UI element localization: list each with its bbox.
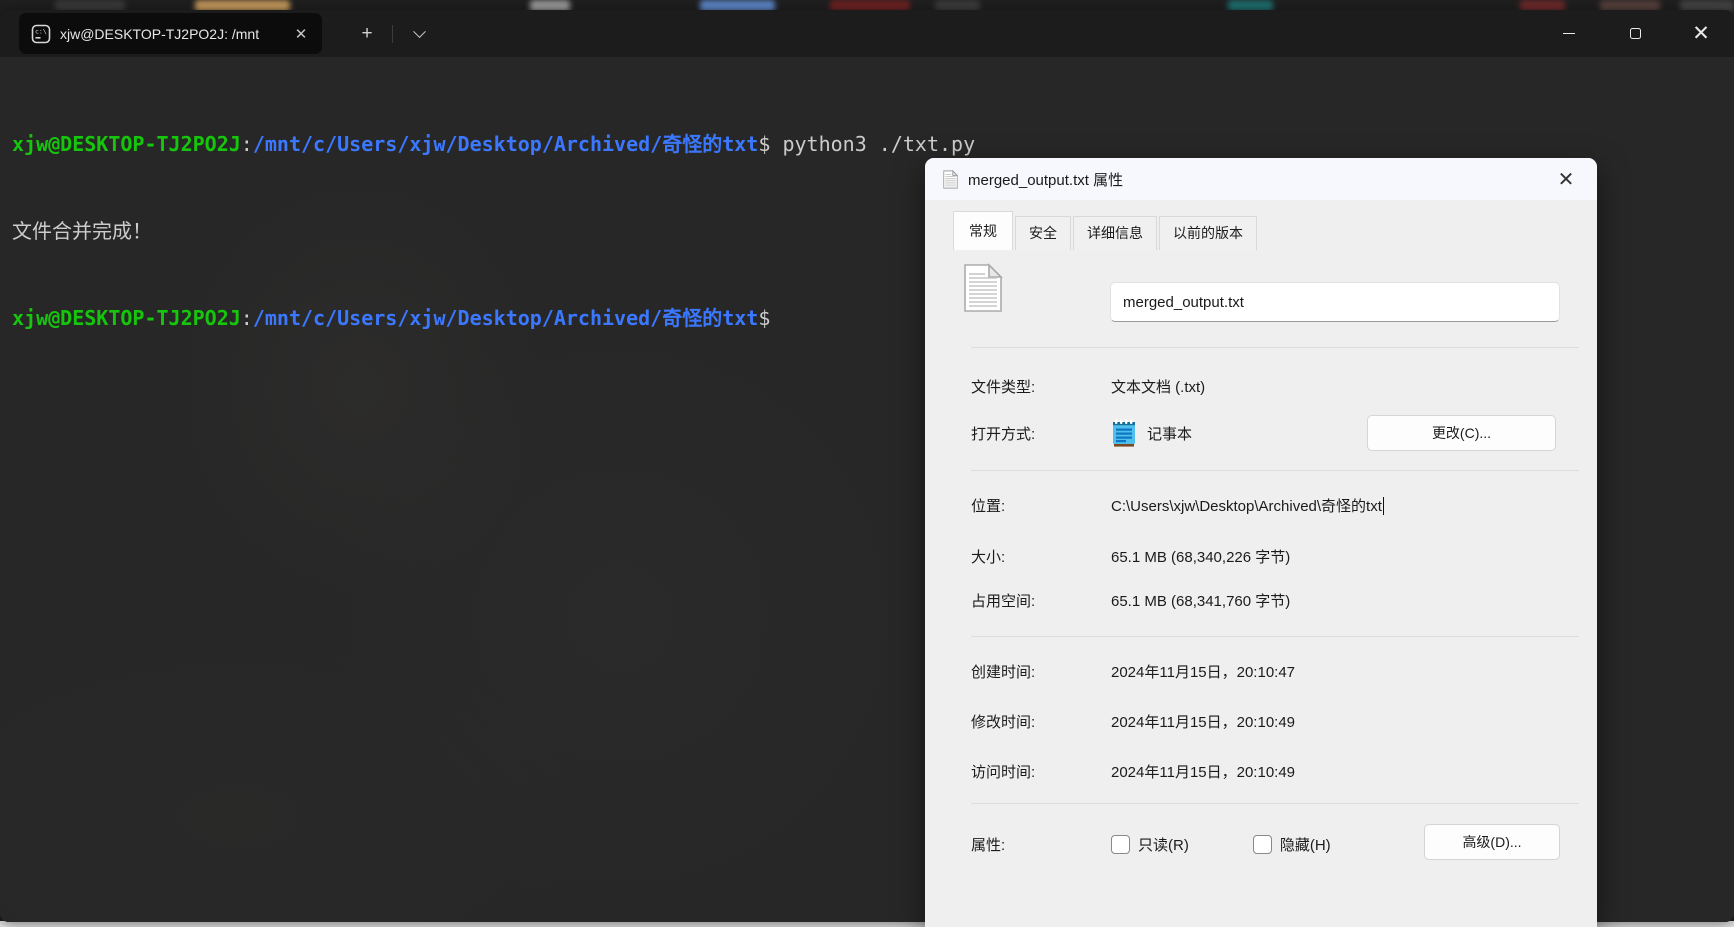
terminal-prompt-line: xjw@DESKTOP-TJ2PO2J:/mnt/c/Users/xjw/Des… [12, 130, 975, 159]
dialog-titlebar: merged_output.txt 属性 ✕ [925, 158, 1597, 200]
terminal-tab-bar: c:\ xjw@DESKTOP-TJ2PO2J: /mnt ✕ + ✕ [0, 10, 1734, 57]
minimize-button[interactable] [1536, 10, 1602, 57]
dialog-title: merged_output.txt 属性 [968, 171, 1124, 189]
accessed-value: 2024年11月15日，20:10:49 [1111, 764, 1296, 781]
terminal-tab[interactable]: c:\ xjw@DESKTOP-TJ2PO2J: /mnt ✕ [19, 13, 322, 54]
location-row: 位置: C:\Users\xjw\Desktop\Archived\奇怪的txt [971, 495, 1560, 516]
close-button[interactable]: ✕ [1668, 10, 1734, 57]
file-type-value: 文本文档 (.txt) [1111, 379, 1206, 396]
created-row: 创建时间: 2024年11月15日，20:10:47 [971, 661, 1560, 682]
separator [971, 347, 1579, 348]
new-tab-button[interactable]: + [352, 20, 382, 48]
tab-security[interactable]: 安全 [1015, 216, 1071, 250]
window-controls: ✕ [1536, 10, 1734, 57]
tab-dropdown-button[interactable] [402, 20, 436, 48]
document-icon [943, 169, 958, 189]
modified-value: 2024年11月15日，20:10:49 [1111, 714, 1296, 731]
size-label: 大小: [971, 549, 1006, 566]
size-value: 65.1 MB (68,340,226 字节) [1111, 549, 1291, 566]
modified-label: 修改时间: [971, 714, 1036, 731]
output-text: 文件合并完成！ [12, 219, 152, 243]
open-with-app-name: 记事本 [1147, 425, 1193, 443]
readonly-checkbox[interactable] [1111, 835, 1130, 854]
terminal-prompt-line: xjw@DESKTOP-TJ2PO2J:/mnt/c/Users/xjw/Des… [12, 304, 975, 333]
size-on-disk-value: 65.1 MB (68,341,760 字节) [1111, 593, 1291, 610]
prompt-user: xjw@DESKTOP-TJ2PO2J [12, 306, 241, 330]
hidden-label: 隐藏(H) [1279, 837, 1331, 854]
accessed-label: 访问时间: [971, 764, 1036, 781]
change-app-button[interactable]: 更改(C)... [1367, 415, 1556, 451]
chevron-down-icon [412, 24, 426, 38]
open-with-label: 打开方式: [971, 425, 1036, 443]
text-cursor [1382, 496, 1385, 515]
maximize-icon [1629, 28, 1641, 39]
terminal-command: python3 ./txt.py [770, 132, 976, 156]
close-icon: ✕ [1692, 22, 1710, 45]
accessed-row: 访问时间: 2024年11月15日，20:10:49 [971, 761, 1560, 782]
hidden-checkbox-group[interactable]: 隐藏(H) [1252, 834, 1331, 855]
separator [971, 470, 1579, 471]
created-value: 2024年11月15日，20:10:47 [1111, 664, 1296, 681]
command-prompt-icon: c:\ [31, 24, 51, 43]
tabbar-divider [392, 25, 393, 43]
readonly-label: 只读(R) [1138, 837, 1189, 854]
prompt-path: /mnt/c/Users/xjw/Desktop/Archived/奇怪的txt [252, 306, 759, 330]
separator [971, 636, 1579, 637]
file-type-row: 文件类型: 文本文档 (.txt) [971, 376, 1560, 397]
properties-dialog: merged_output.txt 属性 ✕ 常规 安全 详细信息 以前的版本 … [925, 158, 1597, 927]
size-row: 大小: 65.1 MB (68,340,226 字节) [971, 546, 1560, 567]
terminal-output-line: 文件合并完成！ [12, 217, 975, 246]
readonly-checkbox-group[interactable]: 只读(R) [1111, 834, 1189, 855]
file-type-label: 文件类型: [971, 379, 1036, 396]
filename-input[interactable] [1110, 282, 1560, 322]
prompt-path: /mnt/c/Users/xjw/Desktop/Archived/奇怪的txt [252, 132, 759, 156]
prompt-separator: : [240, 306, 253, 330]
terminal-output: xjw@DESKTOP-TJ2PO2J:/mnt/c/Users/xjw/Des… [12, 72, 975, 391]
attributes-label: 属性: [971, 837, 1006, 854]
size-on-disk-row: 占用空间: 65.1 MB (68,341,760 字节) [971, 590, 1560, 611]
tab-close-icon[interactable]: ✕ [290, 23, 312, 45]
tab-general[interactable]: 常规 [953, 211, 1013, 250]
hidden-checkbox[interactable] [1252, 835, 1272, 854]
tab-previous-versions[interactable]: 以前的版本 [1159, 216, 1257, 250]
minimize-icon [1563, 33, 1575, 34]
terminal-tab-title: xjw@DESKTOP-TJ2PO2J: /mnt [60, 25, 260, 42]
location-label: 位置: [971, 498, 1006, 515]
modified-row: 修改时间: 2024年11月15日，20:10:49 [971, 711, 1560, 732]
dialog-tabs: 常规 安全 详细信息 以前的版本 [953, 211, 1259, 250]
tab-details[interactable]: 详细信息 [1073, 216, 1157, 250]
file-icon [964, 263, 1003, 312]
advanced-button[interactable]: 高级(D)... [1424, 824, 1560, 860]
prompt-user: xjw@DESKTOP-TJ2PO2J [12, 132, 241, 156]
size-on-disk-label: 占用空间: [971, 593, 1036, 610]
separator [971, 803, 1579, 804]
svg-text:c:\: c:\ [35, 27, 47, 35]
prompt-symbol: $ [758, 132, 771, 156]
maximize-button[interactable] [1602, 10, 1668, 57]
dialog-close-button[interactable]: ✕ [1549, 164, 1583, 194]
prompt-symbol: $ [758, 306, 771, 330]
prompt-separator: : [240, 132, 253, 156]
location-value: C:\Users\xjw\Desktop\Archived\奇怪的txt [1111, 498, 1382, 515]
created-label: 创建时间: [971, 664, 1036, 681]
notepad-icon [1113, 419, 1135, 447]
